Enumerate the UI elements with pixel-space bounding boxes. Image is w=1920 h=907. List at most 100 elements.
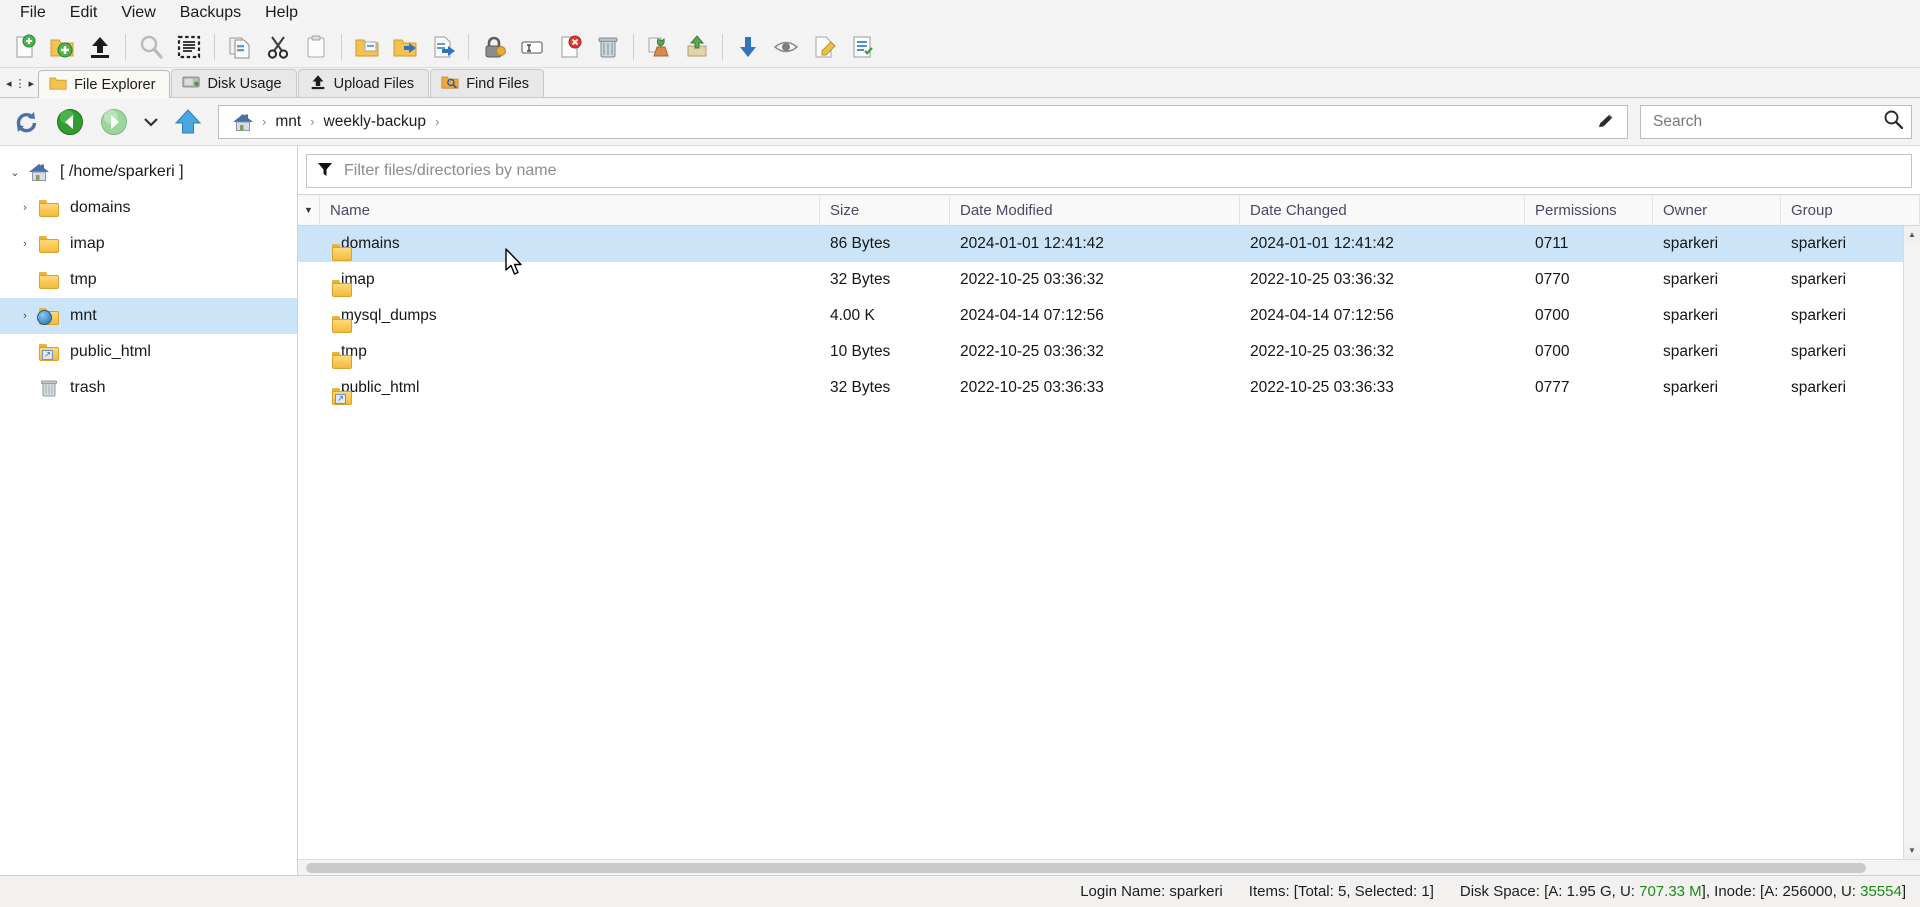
filter-bar[interactable] bbox=[306, 154, 1912, 188]
properties-icon[interactable] bbox=[844, 29, 880, 65]
cell-name[interactable]: imap bbox=[320, 262, 820, 298]
cut-icon[interactable] bbox=[260, 29, 296, 65]
cell-date-changed: 2024-04-14 07:12:56 bbox=[1250, 307, 1394, 324]
menu-edit[interactable]: Edit bbox=[58, 2, 110, 24]
search-box[interactable] bbox=[1640, 104, 1912, 139]
cell-name[interactable]: mysql_dumps bbox=[320, 298, 820, 334]
navigation-bar: › mnt › weekly-backup › bbox=[0, 98, 1920, 146]
breadcrumb[interactable]: › mnt › weekly-backup › bbox=[218, 104, 1628, 139]
sidebar-item-domains[interactable]: › domains bbox=[0, 190, 297, 226]
twisty-expanded-icon[interactable]: ⌄ bbox=[4, 166, 26, 179]
sort-indicator-icon[interactable]: ▼ bbox=[298, 194, 320, 226]
up-arrow-icon[interactable] bbox=[168, 102, 208, 142]
back-icon[interactable] bbox=[50, 102, 90, 142]
restore-icon[interactable] bbox=[641, 29, 677, 65]
tab-find-files[interactable]: Find Files bbox=[430, 69, 545, 97]
search-input[interactable] bbox=[1651, 111, 1883, 132]
copy-to-folder-icon[interactable] bbox=[349, 29, 385, 65]
menu-help[interactable]: Help bbox=[253, 2, 310, 24]
column-header-size[interactable]: Size bbox=[820, 194, 950, 226]
trash-icon[interactable] bbox=[590, 29, 626, 65]
forward-icon[interactable] bbox=[94, 102, 134, 142]
sidebar-item-imap[interactable]: › imap bbox=[0, 226, 297, 262]
column-header-owner[interactable]: Owner bbox=[1653, 194, 1781, 226]
tab-scroll-right-icon[interactable]: ▸ bbox=[29, 77, 35, 90]
tab-disk-usage[interactable]: Disk Usage bbox=[171, 69, 297, 97]
column-header-date-modified[interactable]: Date Modified bbox=[950, 194, 1240, 226]
sidebar-item-mnt[interactable]: › mnt bbox=[0, 298, 297, 334]
home-folder-icon bbox=[26, 161, 52, 183]
cell-date-modified: 2024-04-14 07:12:56 bbox=[960, 307, 1104, 324]
tab-list-icon[interactable]: ⋮ bbox=[15, 77, 26, 90]
table-row[interactable]: imap 32 Bytes 2022-10-25 03:36:32 2022-1… bbox=[298, 262, 1920, 298]
horizontal-scrollbar[interactable] bbox=[298, 859, 1920, 875]
sidebar-item-trash[interactable]: trash bbox=[0, 370, 297, 406]
scroll-up-icon[interactable]: ▲ bbox=[1903, 226, 1920, 243]
sidebar-item-label: trash bbox=[70, 379, 106, 396]
tab-scroll-controls[interactable]: ◂ ⋮ ▸ bbox=[2, 69, 38, 97]
column-header-group[interactable]: Group bbox=[1781, 194, 1920, 226]
permissions-lock-icon[interactable] bbox=[476, 29, 512, 65]
home-icon[interactable] bbox=[227, 111, 259, 133]
table-row[interactable]: tmp 10 Bytes 2022-10-25 03:36:32 2022-10… bbox=[298, 334, 1920, 370]
table-row[interactable]: mysql_dumps 4.00 K 2024-04-14 07:12:56 2… bbox=[298, 298, 1920, 334]
pencil-icon[interactable] bbox=[1591, 108, 1621, 136]
horizontal-scrollbar-thumb[interactable] bbox=[306, 862, 1866, 873]
column-header-name[interactable]: Name bbox=[320, 194, 820, 226]
file-table: ▼ Name Size Date Modified Date Changed P… bbox=[298, 194, 1920, 875]
status-disk-suffix: ] bbox=[1901, 883, 1906, 900]
cell-name[interactable]: domains bbox=[320, 226, 820, 262]
sidebar-item-public-html[interactable]: ↗ public_html bbox=[0, 334, 297, 370]
rename-icon[interactable] bbox=[514, 29, 550, 65]
vertical-scrollbar[interactable]: ▲ ▼ bbox=[1903, 226, 1920, 859]
cell-name[interactable]: tmp bbox=[320, 334, 820, 370]
table-row[interactable]: ↗ public_html 32 Bytes 2022-10-25 03:36:… bbox=[298, 370, 1920, 406]
menu-file[interactable]: File bbox=[8, 2, 58, 24]
twisty-collapsed-icon[interactable]: › bbox=[14, 202, 36, 214]
breadcrumb-separator: › bbox=[310, 114, 315, 129]
column-header-permissions[interactable]: Permissions bbox=[1525, 194, 1653, 226]
column-header-date-changed[interactable]: Date Changed bbox=[1240, 194, 1525, 226]
tab-upload-files[interactable]: Upload Files bbox=[297, 69, 430, 97]
status-disk-mid: ], Inode: [A: 256000, U: bbox=[1701, 883, 1861, 900]
copy-icon[interactable] bbox=[222, 29, 258, 65]
edit-icon[interactable] bbox=[806, 29, 842, 65]
chevron-down-icon[interactable] bbox=[138, 102, 164, 142]
search-icon[interactable] bbox=[133, 29, 169, 65]
cell-permissions: 0711 bbox=[1535, 235, 1569, 252]
new-folder-icon[interactable] bbox=[44, 29, 80, 65]
delete-file-icon[interactable] bbox=[552, 29, 588, 65]
cell-size: 10 Bytes bbox=[830, 343, 891, 360]
upload-icon[interactable] bbox=[82, 29, 118, 65]
sidebar-item-tmp[interactable]: tmp bbox=[0, 262, 297, 298]
breadcrumb-crumb-mnt[interactable]: mnt bbox=[269, 110, 307, 134]
tab-scroll-left-icon[interactable]: ◂ bbox=[6, 77, 12, 90]
paste-icon[interactable] bbox=[298, 29, 334, 65]
move-file-icon[interactable] bbox=[425, 29, 461, 65]
breadcrumb-crumb-weekly-backup[interactable]: weekly-backup bbox=[318, 110, 433, 134]
menu-backups[interactable]: Backups bbox=[168, 2, 253, 24]
refresh-icon[interactable] bbox=[6, 102, 46, 142]
tab-label: Disk Usage bbox=[207, 75, 282, 92]
view-icon[interactable] bbox=[768, 29, 804, 65]
cell-name[interactable]: ↗ public_html bbox=[320, 370, 820, 406]
archive-extract-icon[interactable] bbox=[679, 29, 715, 65]
sidebar-item-home-root[interactable]: ⌄ [ /home/sparkeri ] bbox=[0, 154, 297, 190]
row-spacer bbox=[298, 334, 320, 370]
table-row[interactable]: domains 86 Bytes 2024-01-01 12:41:42 202… bbox=[298, 226, 1920, 262]
twisty-collapsed-icon[interactable]: › bbox=[14, 310, 36, 322]
status-disk-prefix: Disk Space: [A: 1.95 G, U: bbox=[1459, 883, 1640, 900]
filter-input[interactable] bbox=[342, 161, 1901, 181]
download-icon[interactable] bbox=[730, 29, 766, 65]
toolbar-separator bbox=[341, 33, 342, 60]
search-icon[interactable] bbox=[1883, 109, 1904, 134]
select-all-icon[interactable] bbox=[171, 29, 207, 65]
new-file-icon[interactable] bbox=[6, 29, 42, 65]
cell-group: sparkeri bbox=[1791, 343, 1847, 360]
sidebar-item-label: imap bbox=[70, 235, 105, 252]
move-to-folder-icon[interactable] bbox=[387, 29, 423, 65]
menu-view[interactable]: View bbox=[109, 2, 167, 24]
tab-file-explorer[interactable]: File Explorer bbox=[38, 70, 171, 98]
twisty-collapsed-icon[interactable]: › bbox=[14, 238, 36, 250]
scroll-down-icon[interactable]: ▼ bbox=[1903, 842, 1920, 859]
